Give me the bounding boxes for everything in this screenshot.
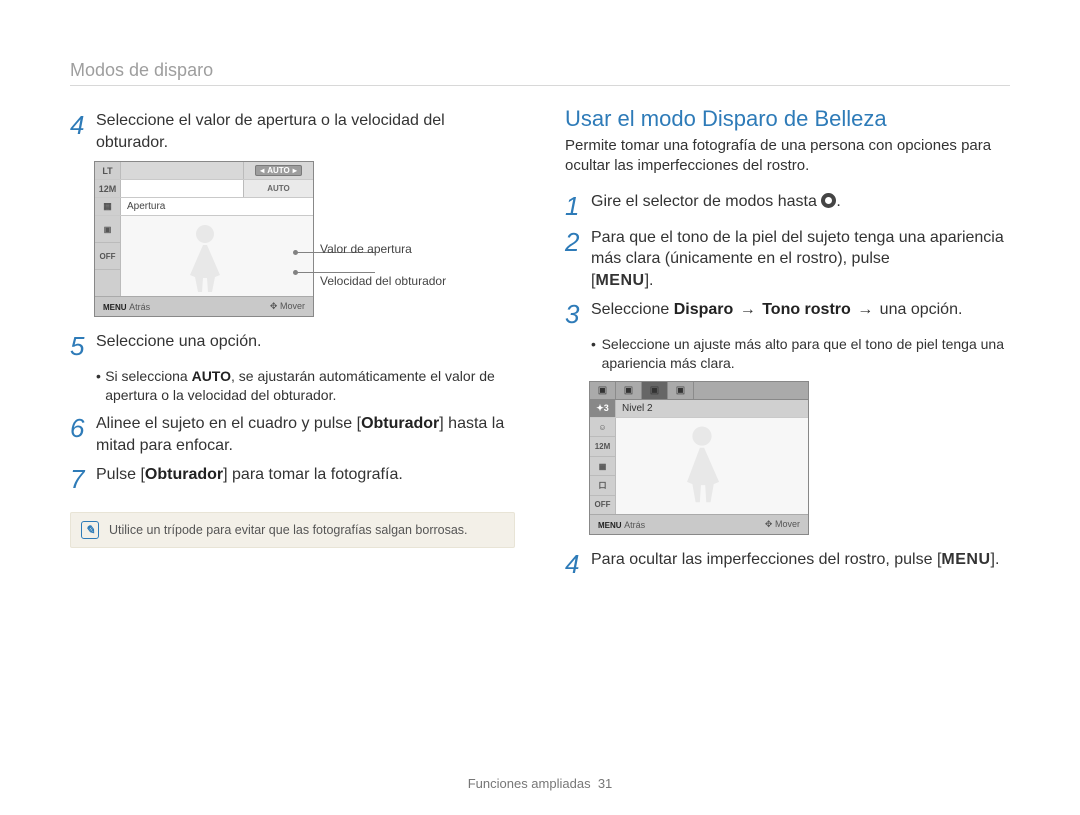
step-number-7: 7 [70,466,96,492]
lcd2-side-icon: ☺ [590,418,615,437]
lcd2-tab: ▣ [668,382,694,399]
silhouette-icon [175,220,235,294]
lcd2-icon: ✦3 [590,400,616,417]
lcd-footer-move: Mover [280,301,305,311]
lcd-label-aperture: Apertura [121,198,313,215]
step-3-bullet: • Seleccione un ajuste más alto para que… [591,335,1010,373]
lcd-side-icon: ▣ [95,216,120,243]
lcd-footer-menu-icon: MENU [103,303,127,312]
lcd-icon-lt: LT [95,162,121,179]
silhouette-icon [670,422,734,512]
lcd-chip-shutter: AUTO [267,184,290,193]
step-5-text: Seleccione una opción. [96,331,515,353]
lcd-icon-12m: 12M [95,180,121,197]
lcd2-level-label: Nivel 2 [616,400,808,417]
step-3-text: Seleccione Disparo → Tono rostro → una o… [591,299,1010,321]
lcd2-side-icon: ▦ [590,457,615,476]
beauty-mode-icon [821,193,836,208]
lcd2-side-icon: OFF [590,496,615,514]
step-7-text: Pulse [Obturador] para tomar la fotograf… [96,464,515,486]
camera-lcd-aperture: LT ◂AUTO▸ 12M AUTO [94,161,314,317]
step-number-2: 2 [565,229,591,255]
step-number-4: 4 [70,112,96,138]
lcd2-tab: ▣ [616,382,642,399]
step-2-text: Para que el tono de la piel del sujeto t… [591,227,1010,292]
section-subtitle: Permite tomar una fotografía de una pers… [565,136,1010,177]
lcd-chip-aperture: ◂AUTO▸ [255,165,302,176]
tip-note: ✎ Utilice un trípode para evitar que las… [70,512,515,548]
step-number-5: 5 [70,333,96,359]
step-number-6: 6 [70,415,96,441]
lcd2-footer-move: Mover [775,519,800,529]
lcd2-side-icon: 口 [590,476,615,495]
section-title: Usar el modo Disparo de Belleza [565,106,1010,132]
page-header: Modos de disparo [70,60,1010,86]
lcd-side-icon: OFF [95,243,120,270]
note-icon: ✎ [81,521,99,539]
lcd2-tab-active: ▣ [642,382,668,399]
page-footer: Funciones ampliadas 31 [0,776,1080,791]
lcd2-footer-menu-icon: MENU [598,521,622,530]
lcd2-side-icon: 12M [590,437,615,456]
step-5-bullet: • Si selecciona AUTO, se ajustarán autom… [96,367,515,405]
camera-lcd-beauty: ▣ ▣ ▣ ▣ ✦3 Nivel 2 ☺ 12M ▦ 口 OFF [589,381,809,535]
step-6-text: Alinee el sujeto en el cuadro y pulse [O… [96,413,515,456]
lcd2-footer-back: Atrás [624,520,645,530]
step-number-3: 3 [565,301,591,327]
step-4b-text: Para ocultar las imperfecciones del rost… [591,549,1010,571]
step-1-text: Gire el selector de modos hasta . [591,191,1010,213]
lcd-icon-grid: ▦ [95,198,121,215]
callout-aperture-value: Valor de apertura [320,242,446,256]
lcd-footer-back: Atrás [129,302,150,312]
callout-shutter-speed: Velocidad del obturador [320,274,446,288]
step-number-1: 1 [565,193,591,219]
step-number-4b: 4 [565,551,591,577]
lcd2-tab: ▣ [590,382,616,399]
step-4-text: Seleccione el valor de apertura o la vel… [96,110,515,153]
